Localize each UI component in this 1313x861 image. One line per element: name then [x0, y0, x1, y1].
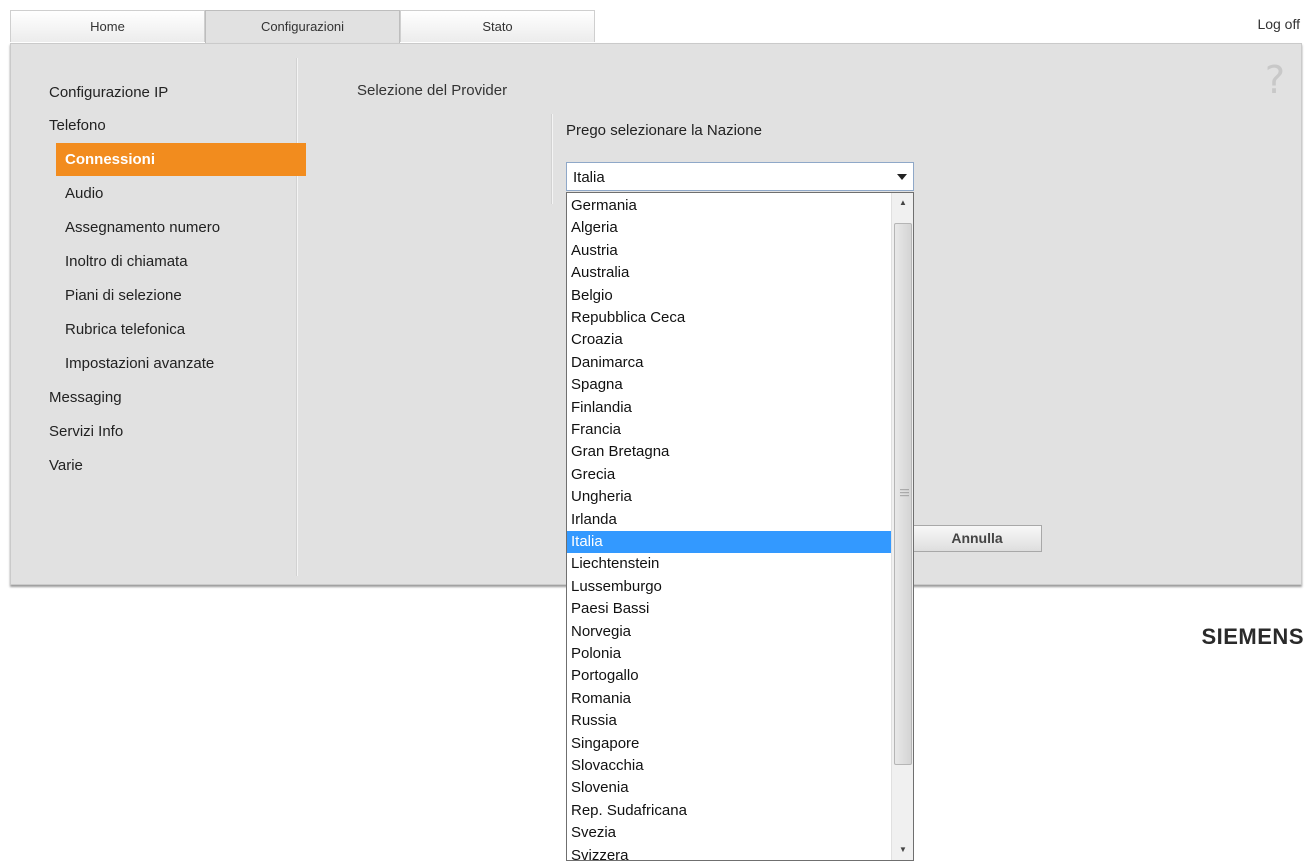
country-option[interactable]: Austria	[567, 240, 891, 262]
tab-home[interactable]: Home	[10, 10, 205, 42]
country-option[interactable]: Francia	[567, 419, 891, 441]
sidebar-item-impostazioni-avanzate[interactable]: Impostazioni avanzate	[65, 347, 214, 380]
country-option[interactable]: Polonia	[567, 643, 891, 665]
logoff-link[interactable]: Log off	[1257, 16, 1300, 32]
sidebar-item-telefono[interactable]: Telefono	[49, 109, 106, 142]
country-option[interactable]: Svezia	[567, 822, 891, 844]
sidebar-item-audio[interactable]: Audio	[65, 177, 103, 210]
dropdown-scrollbar[interactable]: ▲ — — — ▼	[891, 193, 913, 860]
tab-configurazioni[interactable]: Configurazioni	[205, 10, 400, 44]
country-option[interactable]: Grecia	[567, 464, 891, 486]
country-option[interactable]: Ungheria	[567, 486, 891, 508]
country-option[interactable]: Slovenia	[567, 777, 891, 799]
country-option[interactable]: Italia	[567, 531, 891, 553]
scroll-down-arrow-icon[interactable]: ▼	[892, 840, 913, 860]
sidebar-item-inoltro-chiamata[interactable]: Inoltro di chiamata	[65, 245, 188, 278]
sidebar-item-rubrica-telefonica[interactable]: Rubrica telefonica	[65, 313, 185, 346]
sidebar-item-piani-selezione[interactable]: Piani di selezione	[65, 279, 182, 312]
siemens-logo: SIEMENS	[1201, 624, 1304, 649]
scrollbar-thumb[interactable]: — — —	[894, 223, 912, 765]
scroll-up-arrow-icon[interactable]: ▲	[892, 193, 913, 213]
country-option[interactable]: Liechtenstein	[567, 553, 891, 575]
country-option[interactable]: Algeria	[567, 217, 891, 239]
country-option[interactable]: Svizzera	[567, 845, 891, 860]
help-icon[interactable]: ?	[1265, 58, 1285, 102]
sidebar-item-servizi-info[interactable]: Servizi Info	[49, 415, 123, 448]
country-option[interactable]: Repubblica Ceca	[567, 307, 891, 329]
country-option[interactable]: Romania	[567, 688, 891, 710]
section-title: Selezione del Provider	[357, 82, 508, 99]
country-option[interactable]: Russia	[567, 710, 891, 732]
country-option[interactable]: Portogallo	[567, 665, 891, 687]
cancel-button[interactable]: Annulla	[912, 525, 1042, 552]
country-option[interactable]: Spagna	[567, 374, 891, 396]
sidebar-item-assegnamento-numero[interactable]: Assegnamento numero	[65, 211, 220, 244]
country-option[interactable]: Danimarca	[567, 352, 891, 374]
country-option[interactable]: Slovacchia	[567, 755, 891, 777]
country-option[interactable]: Gran Bretagna	[567, 441, 891, 463]
country-option[interactable]: Irlanda	[567, 509, 891, 531]
country-option[interactable]: Norvegia	[567, 621, 891, 643]
nav-divider	[296, 58, 298, 576]
country-option[interactable]: Paesi Bassi	[567, 598, 891, 620]
country-option[interactable]: Germania	[567, 195, 891, 217]
country-option[interactable]: Finlandia	[567, 397, 891, 419]
country-option[interactable]: Lussemburgo	[567, 576, 891, 598]
country-select-value: Italia	[573, 169, 605, 186]
country-select[interactable]: Italia	[566, 162, 914, 191]
nation-label: Prego selezionare la Nazione	[566, 122, 762, 139]
tab-stato[interactable]: Stato	[400, 10, 595, 42]
tab-bar: Home Configurazioni Stato	[10, 10, 595, 44]
country-option[interactable]: Croazia	[567, 329, 891, 351]
sidebar-item-messaging[interactable]: Messaging	[49, 381, 122, 414]
country-option[interactable]: Rep. Sudafricana	[567, 800, 891, 822]
sidebar-item-configurazione-ip[interactable]: Configurazione IP	[49, 76, 168, 109]
content-divider	[551, 114, 553, 204]
country-option[interactable]: Australia	[567, 262, 891, 284]
country-option[interactable]: Belgio	[567, 285, 891, 307]
sidebar-item-varie[interactable]: Varie	[49, 449, 83, 482]
sidebar-item-connessioni[interactable]: Connessioni	[56, 143, 306, 176]
scrollbar-grip-icon: — — —	[900, 484, 909, 500]
chevron-down-icon[interactable]	[897, 174, 907, 180]
country-option[interactable]: Singapore	[567, 733, 891, 755]
country-dropdown-list: Germania Algeria Austria Australia Belgio Rep…	[566, 192, 914, 861]
